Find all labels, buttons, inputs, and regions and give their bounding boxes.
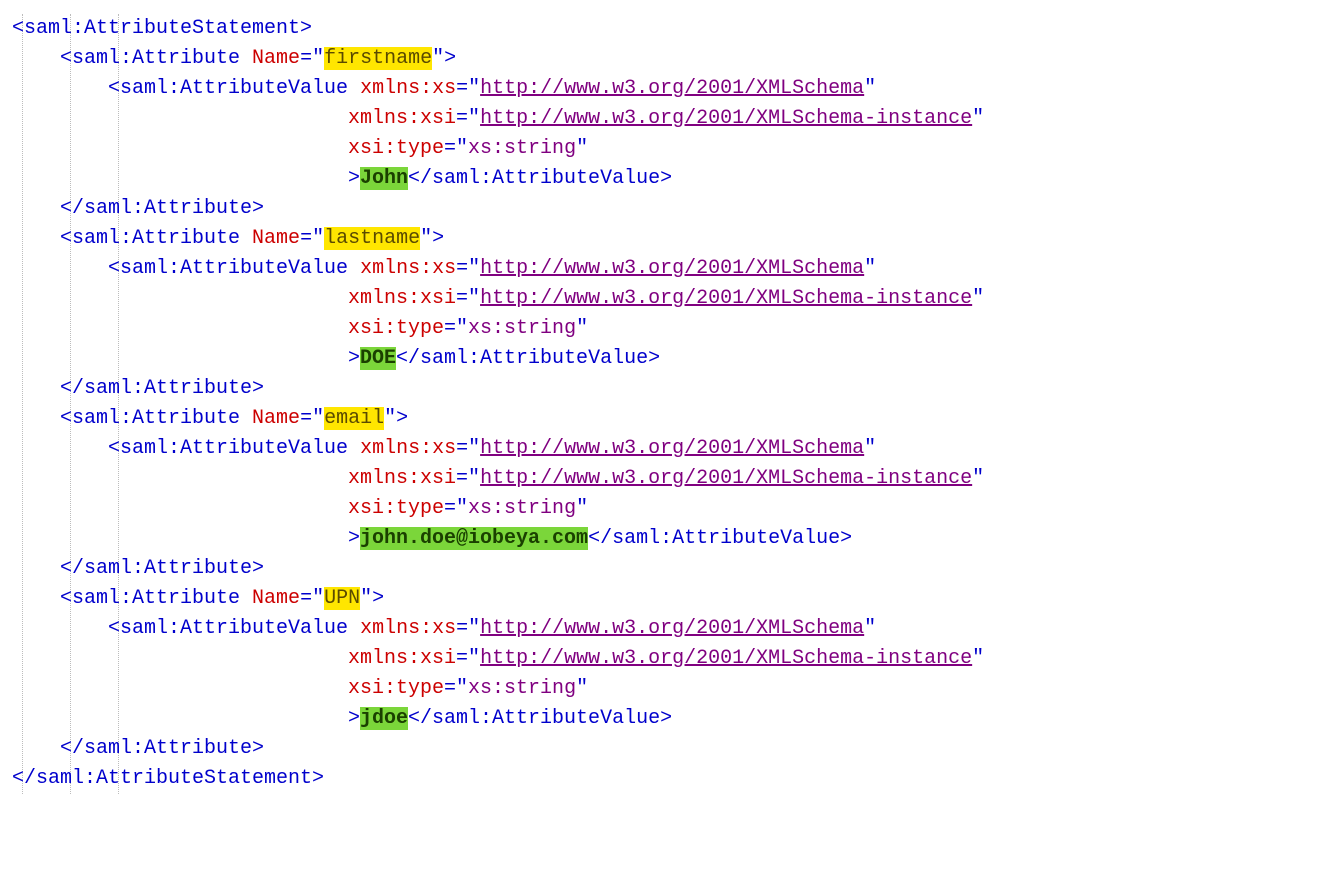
value-firstname: John xyxy=(360,167,408,190)
xsi-type-value: xs:string xyxy=(468,317,576,340)
quote: " xyxy=(576,137,588,160)
xsi-type-label: xsi:type xyxy=(348,677,444,700)
xsi-type-value: xs:string xyxy=(468,677,576,700)
value-lastname: DOE xyxy=(360,347,396,370)
tag-attribute-open: <saml:Attribute xyxy=(60,587,240,610)
quote: " xyxy=(576,497,588,520)
quote: " xyxy=(360,587,372,610)
xmlns-xsi-label: xmlns:xsi xyxy=(348,647,456,670)
quote: " xyxy=(576,317,588,340)
xsi-type-value: xs:string xyxy=(468,137,576,160)
quote: " xyxy=(312,227,324,250)
attr-name-label: Name xyxy=(252,227,300,250)
xmlns-xsi-label: xmlns:xsi xyxy=(348,287,456,310)
tag-attributevalue-close: </saml:AttributeValue> xyxy=(408,167,672,190)
tag-attribute-close: </saml:Attribute> xyxy=(60,197,264,220)
xmlns-xs-label: xmlns:xs xyxy=(360,437,456,460)
tag-attribute-open: <saml:Attribute xyxy=(60,47,240,70)
quote: " xyxy=(468,617,480,640)
tag-attributevalue-close: </saml:AttributeValue> xyxy=(396,347,660,370)
tag-attribute-close: </saml:Attribute> xyxy=(60,737,264,760)
tag-attributevalue-close: </saml:AttributeValue> xyxy=(408,707,672,730)
xmlns-xsi-url[interactable]: http://www.w3.org/2001/XMLSchema-instanc… xyxy=(480,107,972,130)
quote: " xyxy=(420,227,432,250)
xmlns-xs-label: xmlns:xs xyxy=(360,617,456,640)
quote: " xyxy=(432,47,444,70)
tag-open-suffix: > xyxy=(396,407,408,430)
quote: " xyxy=(456,497,468,520)
quote: " xyxy=(972,647,984,670)
tag-attribute-close: </saml:Attribute> xyxy=(60,377,264,400)
quote: " xyxy=(468,77,480,100)
xmlns-xs-url[interactable]: http://www.w3.org/2001/XMLSchema xyxy=(480,617,864,640)
attr-name-upn: UPN xyxy=(324,587,360,610)
tag-gt: > xyxy=(348,347,360,370)
quote: " xyxy=(864,437,876,460)
quote: " xyxy=(972,287,984,310)
xmlns-xsi-label: xmlns:xsi xyxy=(348,467,456,490)
tag-gt: > xyxy=(348,527,360,550)
xmlns-xs-label: xmlns:xs xyxy=(360,77,456,100)
quote: " xyxy=(468,647,480,670)
tag-attribute-open: <saml:Attribute xyxy=(60,227,240,250)
xsi-type-value: xs:string xyxy=(468,497,576,520)
attr-name-label: Name xyxy=(252,47,300,70)
quote: " xyxy=(864,617,876,640)
tag-gt: > xyxy=(348,167,360,190)
quote: " xyxy=(468,257,480,280)
attr-name-label: Name xyxy=(252,407,300,430)
tag-attribute-open: <saml:Attribute xyxy=(60,407,240,430)
quote: " xyxy=(312,587,324,610)
tag-gt: > xyxy=(348,707,360,730)
tag-open-suffix: > xyxy=(444,47,456,70)
xml-code-block: <saml:AttributeStatement> <saml:Attribut… xyxy=(12,14,1324,794)
xmlns-xsi-url[interactable]: http://www.w3.org/2001/XMLSchema-instanc… xyxy=(480,287,972,310)
tag-attributevalue-open: <saml:AttributeValue xyxy=(108,437,348,460)
quote: " xyxy=(312,407,324,430)
quote: " xyxy=(468,107,480,130)
quote: " xyxy=(384,407,396,430)
xmlns-xs-url[interactable]: http://www.w3.org/2001/XMLSchema xyxy=(480,437,864,460)
attr-name-firstname: firstname xyxy=(324,47,432,70)
tag-attributestatement-close: </saml:AttributeStatement> xyxy=(12,767,324,790)
tag-attributevalue-close: </saml:AttributeValue> xyxy=(588,527,852,550)
xmlns-xs-url[interactable]: http://www.w3.org/2001/XMLSchema xyxy=(480,77,864,100)
xmlns-xs-url[interactable]: http://www.w3.org/2001/XMLSchema xyxy=(480,257,864,280)
tag-attributevalue-open: <saml:AttributeValue xyxy=(108,617,348,640)
tag-attribute-close: </saml:Attribute> xyxy=(60,557,264,580)
xsi-type-label: xsi:type xyxy=(348,137,444,160)
quote: " xyxy=(864,77,876,100)
value-upn: jdoe xyxy=(360,707,408,730)
tag-open-suffix: > xyxy=(372,587,384,610)
xmlns-xsi-url[interactable]: http://www.w3.org/2001/XMLSchema-instanc… xyxy=(480,467,972,490)
tag-attributevalue-open: <saml:AttributeValue xyxy=(108,257,348,280)
quote: " xyxy=(456,137,468,160)
quote: " xyxy=(468,287,480,310)
attr-name-lastname: lastname xyxy=(324,227,420,250)
quote: " xyxy=(468,437,480,460)
attr-name-label: Name xyxy=(252,587,300,610)
xsi-type-label: xsi:type xyxy=(348,317,444,340)
tag-open-suffix: > xyxy=(432,227,444,250)
tag-attributestatement-open: <saml:AttributeStatement> xyxy=(12,17,312,40)
quote: " xyxy=(972,107,984,130)
xmlns-xs-label: xmlns:xs xyxy=(360,257,456,280)
quote: " xyxy=(468,467,480,490)
quote: " xyxy=(456,677,468,700)
quote: " xyxy=(312,47,324,70)
xsi-type-label: xsi:type xyxy=(348,497,444,520)
xmlns-xsi-url[interactable]: http://www.w3.org/2001/XMLSchema-instanc… xyxy=(480,647,972,670)
quote: " xyxy=(972,467,984,490)
quote: " xyxy=(456,317,468,340)
attr-name-email: email xyxy=(324,407,384,430)
tag-attributevalue-open: <saml:AttributeValue xyxy=(108,77,348,100)
quote: " xyxy=(864,257,876,280)
value-email: john.doe@iobeya.com xyxy=(360,527,588,550)
xmlns-xsi-label: xmlns:xsi xyxy=(348,107,456,130)
quote: " xyxy=(576,677,588,700)
